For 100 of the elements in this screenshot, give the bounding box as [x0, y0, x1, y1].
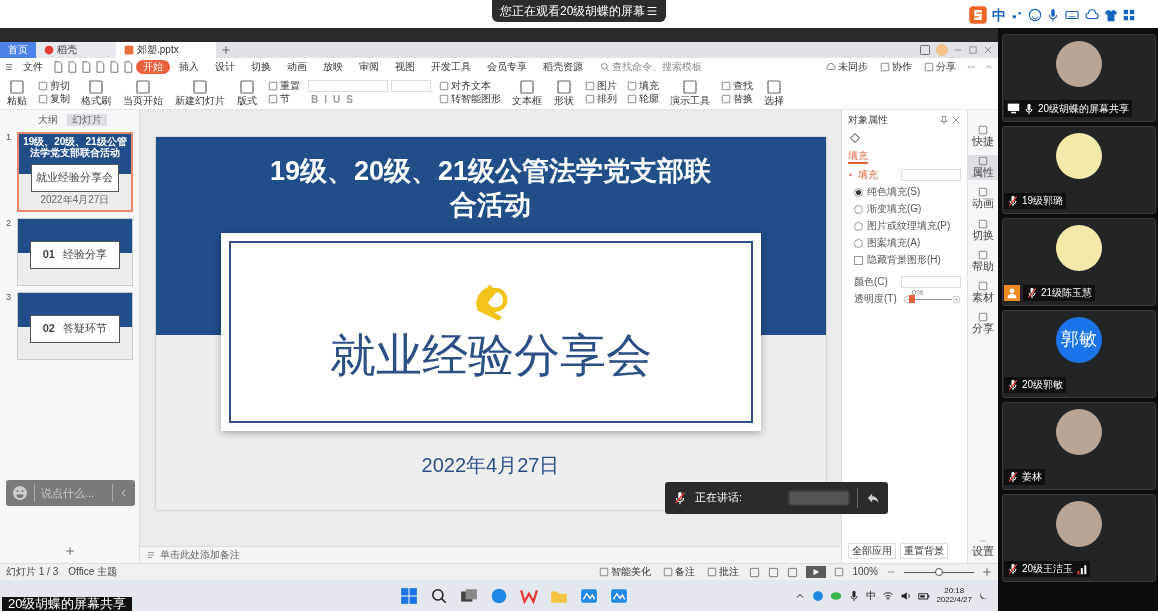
ribbon-button[interactable]: 演示工具 [666, 78, 713, 107]
browser-icon[interactable] [490, 586, 508, 605]
ribbon-button[interactable]: 剪切 [36, 80, 72, 92]
document-tab[interactable]: 稻壳 [36, 42, 116, 58]
meeting-app-icon[interactable] [610, 586, 628, 605]
ribbon-button[interactable]: 转智能图形 [436, 93, 503, 105]
ribbon-button[interactable]: 轮廓 [624, 93, 661, 105]
ime-mode-toggle[interactable]: 中 [992, 6, 1006, 24]
side-panel-tab[interactable]: 切换 [968, 217, 998, 243]
microphone-icon[interactable] [1046, 8, 1060, 22]
search-icon[interactable] [430, 586, 448, 605]
checkbox[interactable] [854, 255, 863, 265]
ribbon-button[interactable]: 排列 [582, 93, 619, 105]
panel-button[interactable]: 全部应用 [848, 543, 896, 559]
beautify-button[interactable]: 智能美化 [597, 566, 654, 578]
slider-thumb[interactable] [908, 294, 915, 303]
reply-icon[interactable] [866, 491, 880, 505]
ribbon-button[interactable]: 对齐文本 [436, 80, 503, 92]
keyboard-icon[interactable] [1064, 8, 1080, 22]
emoji-icon[interactable] [12, 485, 28, 501]
comments-button[interactable]: 批注 [705, 566, 742, 578]
fill-option[interactable]: 图片或纹理填充(P) [848, 220, 961, 232]
ribbon-button[interactable]: 版式 [234, 78, 260, 107]
side-panel-tab[interactable]: 属性 [968, 155, 998, 181]
fill-option[interactable]: 纯色填充(S) [848, 186, 961, 198]
zoom-slider-thumb[interactable] [935, 567, 943, 576]
volume-icon[interactable] [900, 589, 913, 602]
document-tab[interactable]: 郊塑.pptx [116, 42, 216, 58]
view-tab[interactable]: 幻灯片 [66, 114, 107, 126]
plus-icon[interactable] [952, 294, 961, 304]
ime-logo-icon[interactable] [968, 5, 988, 25]
settings-button[interactable]: 设置 [968, 535, 998, 559]
ribbon-tab[interactable]: 开发工具 [424, 60, 478, 74]
cloud-icon[interactable] [1084, 8, 1100, 22]
close-icon[interactable] [983, 45, 993, 55]
side-panel-tab[interactable]: 动画 [968, 186, 998, 212]
pin-icon[interactable] [938, 115, 949, 125]
fill-option[interactable]: 渐变填充(G) [848, 203, 961, 215]
ribbon-tab[interactable]: 切换 [244, 60, 278, 74]
close-icon[interactable] [951, 115, 961, 125]
ribbon-button[interactable]: 重置 [266, 80, 302, 92]
ribbon-tab[interactable]: 设计 [208, 60, 242, 74]
input-method-indicator[interactable]: 中 [866, 589, 877, 602]
side-panel-tab[interactable]: 素材 [968, 279, 998, 306]
chat-tray-icon[interactable] [830, 589, 843, 602]
expand-icon[interactable] [848, 172, 854, 178]
ribbon-button[interactable]: 图片 [582, 80, 619, 92]
command-search-field[interactable]: 查找命令、搜索模板 [600, 61, 702, 73]
clock[interactable]: 20:18 2022/4/27 [936, 586, 972, 605]
account-action-button[interactable]: 未同步 [824, 61, 870, 73]
play-button[interactable] [806, 566, 827, 578]
properties-tab[interactable]: 填充 [848, 150, 868, 164]
ribbon-button[interactable]: 查找 [718, 80, 755, 92]
ribbon-tab[interactable]: 会员专享 [480, 60, 534, 74]
ribbon-button[interactable]: 新建幻灯片 [172, 78, 228, 107]
document-tab[interactable]: 首页 [0, 42, 36, 58]
ribbon-tab[interactable]: 动画 [280, 60, 314, 74]
ribbon-tab[interactable]: 视图 [388, 60, 422, 74]
zoom-in-icon[interactable] [982, 567, 992, 577]
maximize-icon[interactable] [968, 45, 978, 55]
shirt-icon[interactable] [1104, 8, 1118, 22]
fill-option[interactable]: 图案填充(A) [848, 237, 961, 249]
ribbon-tab[interactable]: 稻壳资源 [536, 60, 590, 74]
side-panel-tab[interactable]: 帮助 [968, 248, 998, 274]
view-tab[interactable]: 大纲 [32, 114, 63, 126]
chat-input-field[interactable]: 说点什么... [34, 484, 113, 502]
hide-background-option[interactable]: 隐藏背景图形(H) [848, 254, 961, 266]
notes-button[interactable]: 备注 [661, 566, 698, 578]
ribbon-tab[interactable]: 审阅 [352, 60, 386, 74]
task-view-icon[interactable] [460, 586, 478, 605]
account-action-button[interactable]: 协作 [878, 61, 914, 73]
app-tray-icon[interactable] [812, 589, 825, 602]
ribbon-button[interactable]: 选择 [760, 78, 787, 107]
slide-thumbnail[interactable]: 19级、20级、21级公管法学党支部联合活动 就业经验分享会 2022年4月27日 [16, 132, 133, 212]
file-menu[interactable]: 文件 [16, 60, 50, 74]
ribbon-button[interactable]: 复制 [36, 93, 72, 105]
start-icon[interactable] [400, 586, 418, 605]
side-panel-tab[interactable]: 快捷 [968, 124, 998, 150]
emoji-icon[interactable] [1028, 8, 1042, 22]
ribbon-button[interactable]: 替换 [718, 93, 755, 105]
microphone-icon[interactable] [848, 589, 861, 602]
panel-button[interactable]: 重置背景 [900, 543, 948, 559]
minus-icon[interactable] [902, 294, 912, 304]
ribbon-button[interactable]: 形状 [550, 78, 577, 107]
color-dropdown[interactable] [901, 276, 961, 288]
ribbon-button[interactable]: 填充 [624, 80, 661, 92]
account-action-button[interactable]: 分享 [922, 61, 958, 73]
zoom-level[interactable]: 100% [852, 566, 878, 578]
notes-field[interactable]: 单击此处添加备注 [160, 549, 240, 561]
slide-thumbnail[interactable]: 02 答疑环节 [16, 292, 133, 360]
new-tab-icon[interactable] [221, 45, 231, 55]
wifi-icon[interactable] [882, 589, 895, 602]
ribbon-button[interactable]: 节 [266, 93, 302, 105]
ribbon-button[interactable]: 当页开始 [120, 78, 166, 107]
ribbon-button[interactable]: 粘贴 [4, 78, 30, 107]
grid-icon[interactable] [1122, 8, 1136, 22]
meeting-app-icon[interactable] [580, 586, 598, 605]
ribbon-tab[interactable]: 放映 [316, 60, 350, 74]
collapse-icon[interactable] [119, 488, 129, 498]
side-panel-tab[interactable]: 分享 [968, 311, 998, 337]
